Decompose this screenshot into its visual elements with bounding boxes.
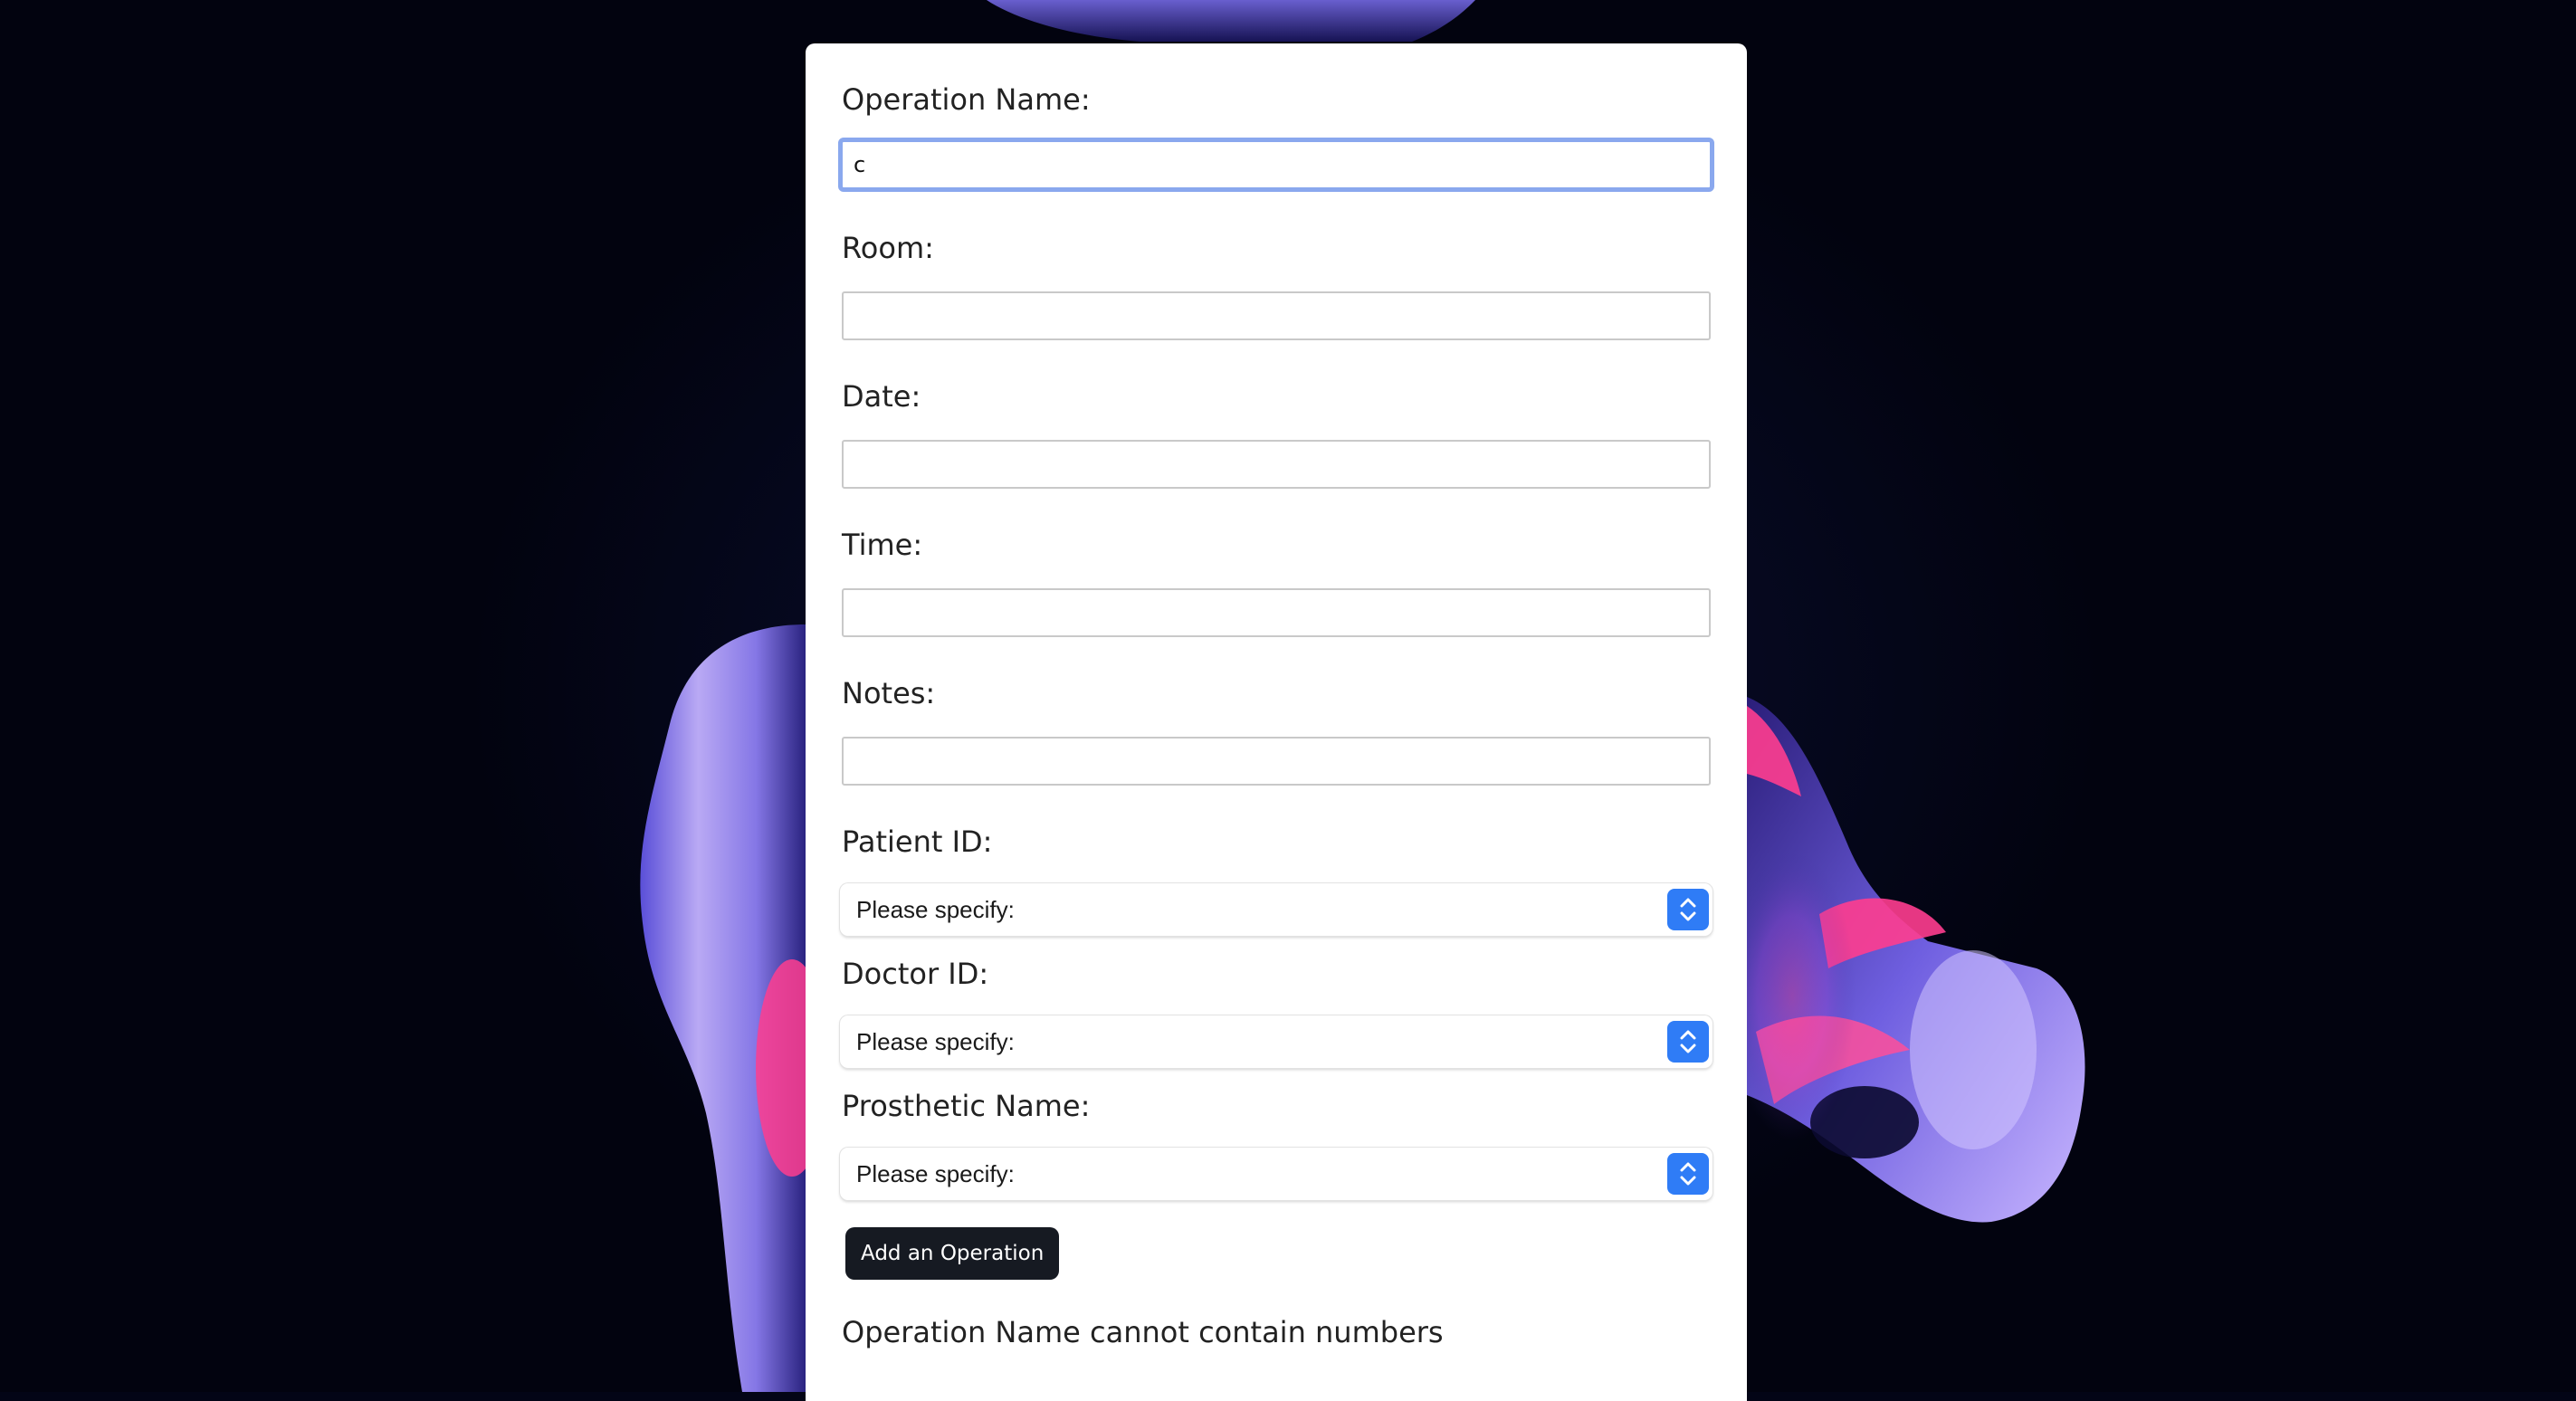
prosthetic-name-selected-value: Please specify: bbox=[856, 1160, 1015, 1187]
add-operation-button[interactable]: Add an Operation bbox=[845, 1227, 1060, 1280]
doctor-id-selected-value: Please specify: bbox=[856, 1028, 1015, 1055]
room-label: Room: bbox=[842, 231, 934, 265]
prosthetic-name-select[interactable]: Please specify: bbox=[840, 1148, 1713, 1200]
patient-id-select[interactable]: Please specify: bbox=[840, 883, 1713, 936]
prosthetic-name-label: Prosthetic Name: bbox=[842, 1089, 1091, 1123]
notes-input[interactable] bbox=[842, 737, 1711, 786]
notes-label: Notes: bbox=[842, 676, 936, 710]
patient-id-selected-value: Please specify: bbox=[856, 896, 1015, 923]
chevron-up-down-icon bbox=[1667, 1153, 1709, 1195]
add-operation-form: Operation Name: Room: Date: Time: Notes:… bbox=[806, 43, 1747, 1401]
doctor-id-select[interactable]: Please specify: bbox=[840, 1015, 1713, 1068]
chevron-up-down-icon bbox=[1667, 1021, 1709, 1063]
validation-error-message: Operation Name cannot contain numbers bbox=[842, 1315, 1444, 1349]
date-label: Date: bbox=[842, 379, 921, 414]
operation-name-label: Operation Name: bbox=[842, 82, 1091, 117]
chevron-up-down-icon bbox=[1667, 889, 1709, 930]
time-label: Time: bbox=[842, 528, 923, 562]
room-input[interactable] bbox=[842, 291, 1711, 340]
time-input[interactable] bbox=[842, 588, 1711, 637]
operation-name-input[interactable] bbox=[838, 138, 1714, 192]
date-input[interactable] bbox=[842, 440, 1711, 489]
doctor-id-label: Doctor ID: bbox=[842, 957, 989, 991]
patient-id-label: Patient ID: bbox=[842, 824, 993, 859]
